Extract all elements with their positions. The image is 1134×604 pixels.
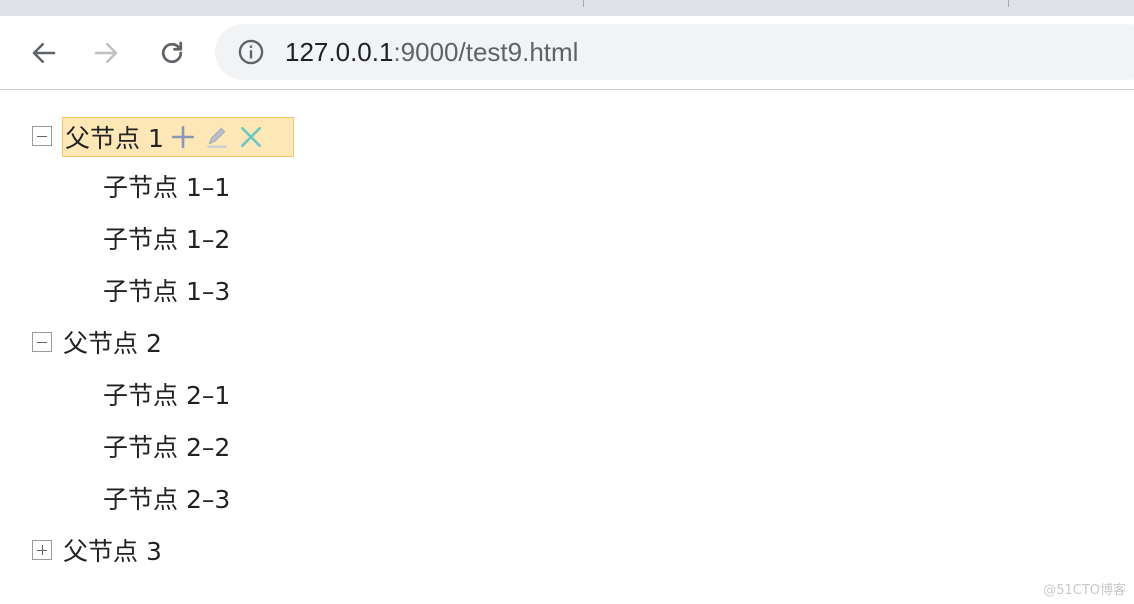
tree-node-parent-2[interactable]: 父节点 2 <box>63 322 162 362</box>
url-host: 127.0.0.1 <box>285 37 394 67</box>
tree-node-label: 子节点 1–3 <box>103 277 231 306</box>
add-icon[interactable] <box>168 122 198 152</box>
tree-node-child[interactable]: 子节点 1–1 <box>103 166 230 206</box>
url-text[interactable]: 127.0.0.1:9000/test9.html <box>285 36 578 68</box>
tree-node-label: 父节点 2 <box>63 329 162 358</box>
tree-node-label: 子节点 2–2 <box>103 433 231 462</box>
watermark: @51CTO博客 <box>1043 583 1126 598</box>
forward-button[interactable] <box>88 35 124 71</box>
tab-strip <box>0 0 1134 16</box>
tree-node-label: 子节点 2–1 <box>103 381 231 410</box>
tree-node-label: 子节点 2–3 <box>103 485 231 514</box>
reload-button[interactable] <box>154 35 190 71</box>
arrow-left-icon <box>32 43 56 63</box>
tree-node-child[interactable]: 子节点 2–2 <box>103 426 230 466</box>
tree-node-label: 父节点 1 <box>65 124 164 153</box>
tree-node-child[interactable]: 子节点 1–2 <box>103 218 230 258</box>
expand-toggle-icon[interactable] <box>32 540 52 560</box>
tree-node-child[interactable]: 子节点 1–3 <box>103 270 230 310</box>
tree-node-child[interactable]: 子节点 2–3 <box>103 478 230 518</box>
remove-icon[interactable] <box>236 122 266 152</box>
info-icon[interactable] <box>237 38 265 66</box>
address-bar[interactable]: 127.0.0.1:9000/test9.html <box>215 24 1134 80</box>
browser-toolbar: 127.0.0.1:9000/test9.html <box>0 16 1134 90</box>
tree-node-parent-1[interactable]: 父节点 1 <box>62 117 294 157</box>
tree-node-parent-3[interactable]: 父节点 3 <box>63 530 162 570</box>
reload-icon <box>161 41 183 64</box>
collapse-toggle-icon[interactable] <box>32 332 52 352</box>
url-path: :9000/test9.html <box>393 37 579 67</box>
tree-node-label: 父节点 3 <box>63 537 162 566</box>
tab-separator <box>583 0 584 7</box>
tab-separator <box>1008 0 1009 7</box>
collapse-toggle-icon[interactable] <box>32 126 52 146</box>
tree-node-child[interactable]: 子节点 2–1 <box>103 374 230 414</box>
tree-node-label: 子节点 1–1 <box>103 173 231 202</box>
arrow-right-icon <box>94 43 118 63</box>
tree-node-label: 子节点 1–2 <box>103 225 231 254</box>
edit-icon[interactable] <box>202 122 232 152</box>
back-button[interactable] <box>26 35 62 71</box>
tree-view: 父节点 1 子节点 1–1 子节点 1–2 子节点 1–3 父节点 2 子节点 … <box>0 91 1134 604</box>
